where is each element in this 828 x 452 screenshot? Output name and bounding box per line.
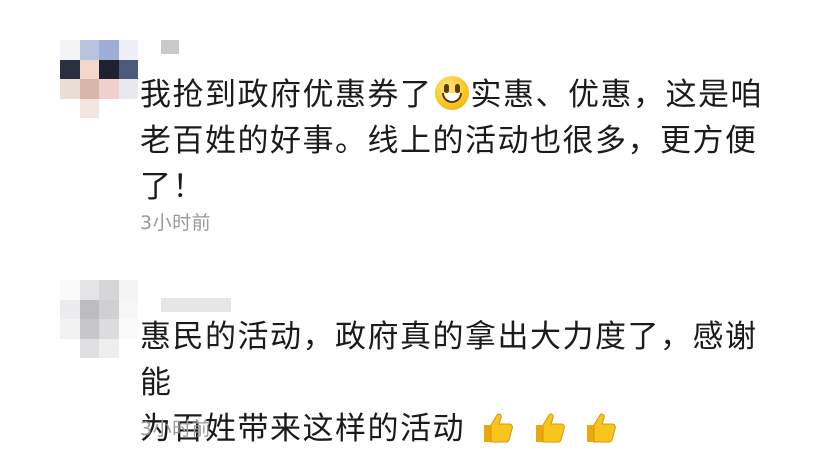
grinning-face-icon — [434, 76, 469, 110]
comment-time: 3小时前 — [140, 212, 212, 234]
avatar[interactable] — [60, 40, 138, 118]
comment-text-line: 老百姓的好事。线上的活动也很多，更方便 — [140, 123, 758, 159]
comment-text-line: 惠民的活动，政府真的拿出大力度了，感谢能 — [140, 319, 758, 401]
comment-text-line: 我抢到政府优惠券了 — [140, 77, 433, 113]
comment-text-line: 实惠、优惠，这是咱 — [470, 77, 763, 113]
avatar[interactable] — [60, 280, 138, 358]
thumbs-up-icon — [587, 413, 616, 443]
thumbs-up-icon — [484, 413, 514, 443]
comment-text: 惠民的活动，政府真的拿出大力度了，感谢能 为百姓带来这样的活动 — [140, 314, 780, 452]
comment-text: 我抢到政府优惠券了 实惠、优惠，这是咱 老百姓的好事。线上的活动也很多，更方便 了… — [140, 72, 780, 210]
thumbs-up-icon — [535, 413, 565, 443]
comment-time: 3小时前 — [140, 418, 212, 440]
comment-text-line: 了！ — [140, 169, 205, 205]
username[interactable] — [161, 298, 231, 312]
username[interactable] — [161, 40, 179, 54]
